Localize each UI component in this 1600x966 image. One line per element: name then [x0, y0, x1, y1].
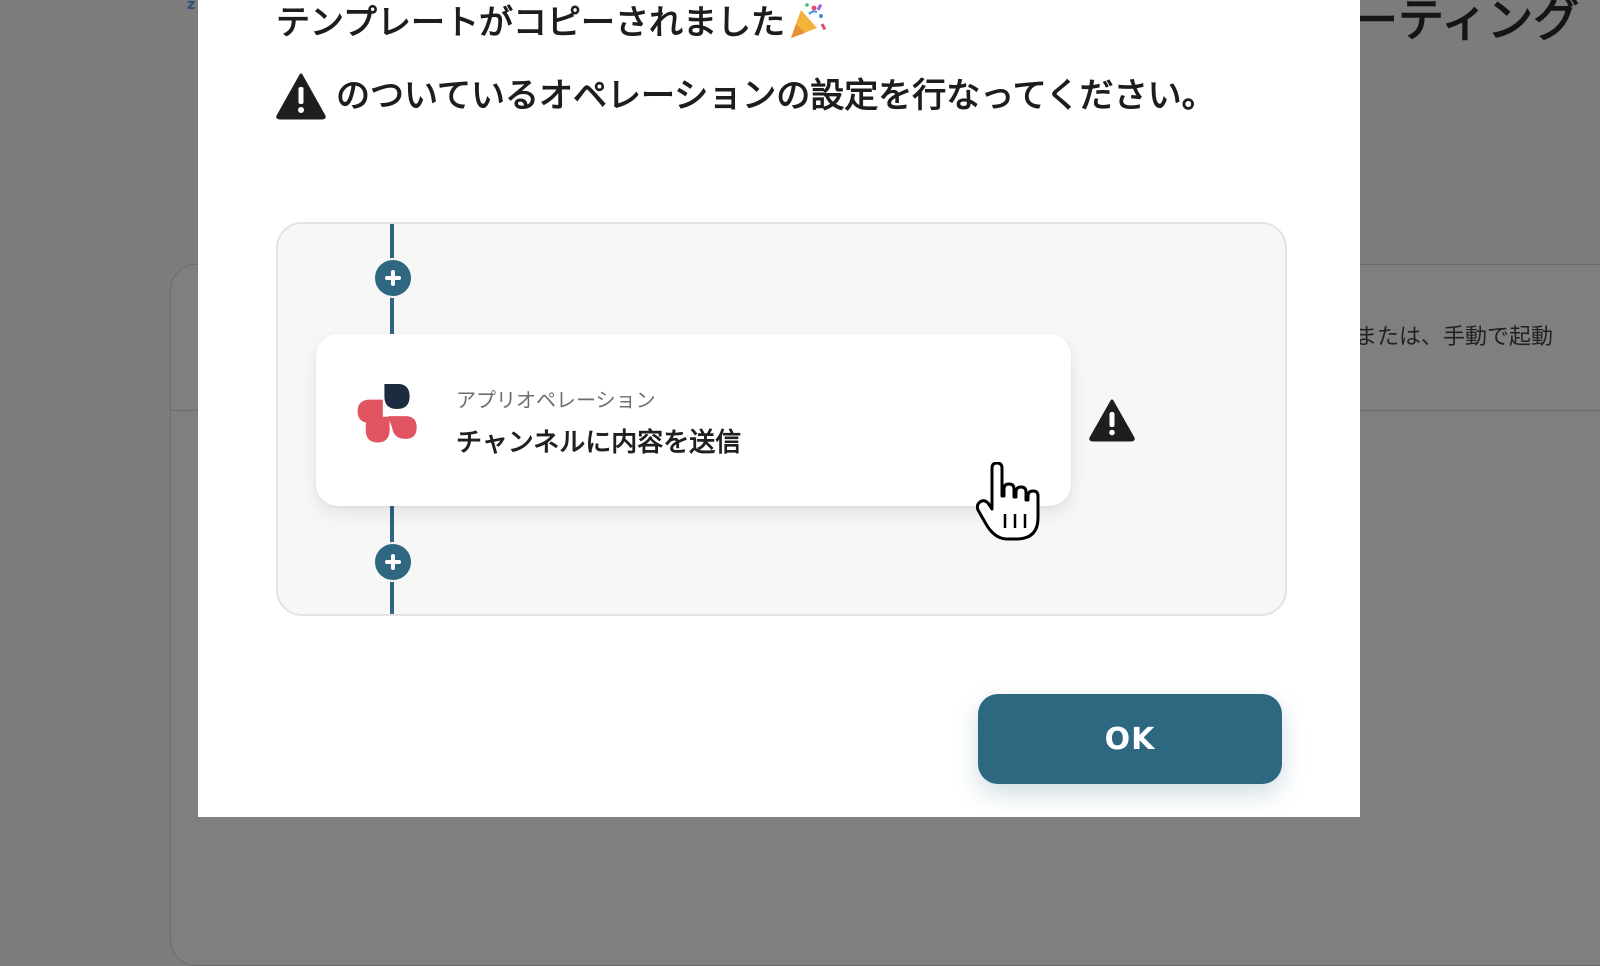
template-copied-modal: テンプレートがコピーされました のついているオペレーションの設定を行なってくださ… [198, 0, 1360, 817]
background-heading: ーティング [1352, 0, 1580, 47]
operation-name: チャンネルに内容を送信 [456, 428, 742, 458]
modal-instruction: のついているオペレーションの設定を行なってください。 [276, 72, 1216, 120]
operation-card[interactable]: アプリオペレーション チャンネルに内容を送信 [316, 334, 1071, 506]
plus-icon [385, 554, 401, 570]
add-step-button-top[interactable] [373, 258, 413, 298]
instruction-text: のついているオペレーションの設定を行なってください。 [336, 76, 1216, 116]
plus-icon [385, 270, 401, 286]
flow-preview-panel: アプリオペレーション チャンネルに内容を送信 [276, 222, 1287, 616]
app-logo-icon [357, 384, 417, 443]
modal-title-text: テンプレートがコピーされました [276, 3, 785, 43]
ok-button[interactable]: OK [978, 694, 1282, 784]
warning-icon [276, 73, 326, 120]
warning-icon [1089, 399, 1135, 442]
modal-title: テンプレートがコピーされました [276, 0, 827, 43]
add-step-button-bottom[interactable] [373, 542, 413, 582]
party-popper-icon [790, 3, 827, 38]
background-description: または、手動で起動 [1355, 325, 1554, 350]
operation-type-label: アプリオペレーション [456, 388, 656, 412]
